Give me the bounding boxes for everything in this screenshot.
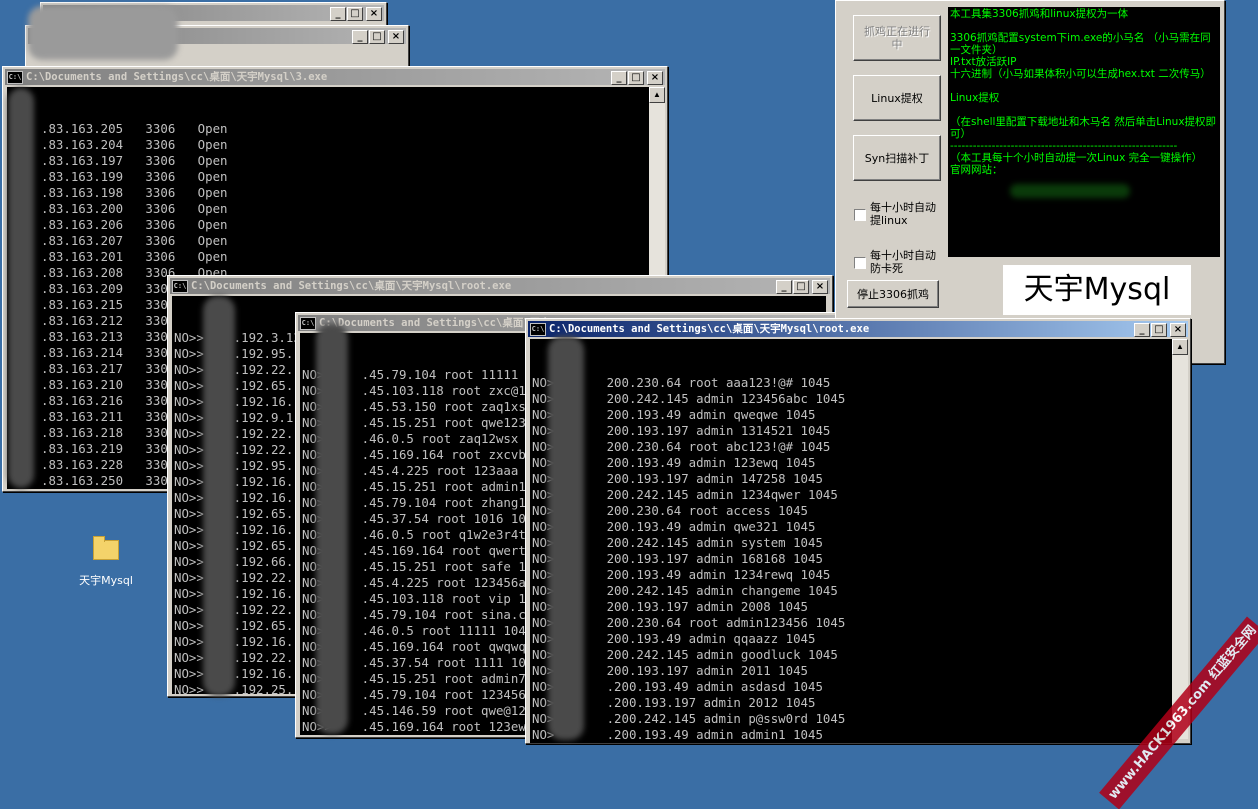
linux-privesc-label: Linux提权	[871, 91, 923, 105]
console-line: NO> 200.230.64 root abc123!@# 1045	[532, 439, 831, 454]
maximize-button[interactable]: □	[347, 7, 363, 21]
console-line: NO> 200.193.197 admin 2008 1045	[532, 599, 809, 614]
stop-3306-scan-button[interactable]: 停止3306抓鸡	[847, 280, 939, 308]
auto-anti-stuck-checkbox[interactable]: 每十小时自动防卡死	[854, 249, 938, 279]
maximize-button[interactable]: □	[628, 71, 644, 85]
console-line: .83.163.206 3306 Open	[41, 217, 228, 232]
console-line: NO> 200.242.145 admin 123456abc 1045	[532, 391, 846, 406]
console-line: .83.163.204 3306 Open	[41, 137, 228, 152]
console-line: NO> 200.230.64 root aaa123!@# 1045	[532, 375, 831, 390]
maximize-button[interactable]: □	[369, 30, 385, 44]
minimize-button[interactable]: _	[330, 7, 346, 21]
syn-scan-patch-label: Syn扫描补丁	[864, 151, 930, 165]
window-title: C:\Documents and Settings\cc\桌面\天宇Mysql\…	[549, 323, 870, 335]
cmd-icon: C:\	[172, 280, 188, 293]
stop-3306-scan-label: 停止3306抓鸡	[857, 287, 929, 301]
brand-logo-text: 天宇Mysql	[1003, 265, 1191, 315]
console-line: NO> .200.193.49 admin admin1 1045	[532, 727, 823, 742]
console-line: .83.163.197 3306 Open	[41, 153, 228, 168]
minimize-button[interactable]: _	[352, 30, 368, 44]
console-lines: NO> 200.230.64 root aaa123!@# 1045 NO> 20…	[530, 375, 1172, 743]
console-line: NO> 200.230.64 root access 1045	[532, 503, 809, 518]
minimize-button[interactable]: _	[776, 280, 792, 294]
console-line: .83.163.205 3306 Open	[41, 121, 228, 136]
console-line: NO> 200.242.145 admin goodluck 1045	[532, 647, 838, 662]
redacted-region	[28, 6, 178, 60]
console-line: NO> 200.193.197 admin 2011 1045	[532, 663, 809, 678]
auto-linux-checkbox[interactable]: 每十小时自动提linux	[854, 201, 938, 231]
checkbox-box[interactable]	[854, 209, 866, 221]
console-window-3exe-titlebar[interactable]: C:\ C:\Documents and Settings\cc\桌面\天宇Mys…	[5, 69, 665, 85]
redacted-region	[1010, 184, 1130, 198]
vertical-scrollbar[interactable]: ▲	[1172, 339, 1188, 739]
close-button[interactable]: ×	[388, 30, 404, 44]
console-window-root-active-titlebar[interactable]: C:\ C:\Documents and Settings\cc\桌面\天宇Mys…	[528, 321, 1188, 337]
console-line: .83.163.207 3306 Open	[41, 233, 228, 248]
console-line: .83.163.198 3306 Open	[41, 185, 228, 200]
cmd-icon: C:\	[300, 317, 316, 330]
console-window-root-1-titlebar[interactable]: C:\ C:\Documents and Settings\cc\桌面\天宇Mys…	[170, 278, 830, 294]
close-button[interactable]: ×	[1170, 323, 1186, 337]
cmd-icon: C:\	[530, 323, 546, 336]
scanning-button[interactable]: 抓鸡正在进行中	[853, 15, 941, 61]
console-line: NO> 200.193.197 admin 147258 1045	[532, 471, 823, 486]
folder-icon	[93, 536, 119, 560]
desktop-icon-tianyu-mysql[interactable]: 天宇Mysql	[70, 536, 142, 588]
close-button[interactable]: ×	[647, 71, 663, 85]
console-line: NO> 200.193.49 admin qwe321 1045	[532, 519, 816, 534]
window-title: C:\Documents and Settings\cc\桌面\天宇Mysql\…	[191, 280, 512, 292]
console-line: .83.163.201 3306 Open	[41, 249, 228, 264]
linux-privesc-button[interactable]: Linux提权	[853, 75, 941, 121]
tianyu-mysql-tool-window: 抓鸡正在进行中 Linux提权 Syn扫描补丁 每十小时自动提linux 每十小…	[835, 0, 1225, 364]
scroll-up-arrow[interactable]: ▲	[1172, 339, 1188, 355]
console-line: .83.163.200 3306 Open	[41, 201, 228, 216]
console-line: NO> 200.193.49 admin qqaazz 1045	[532, 631, 816, 646]
console-window-root-active: C:\ C:\Documents and Settings\cc\桌面\天宇Mys…	[525, 318, 1191, 744]
close-button[interactable]: ×	[812, 280, 828, 294]
syn-scan-patch-button[interactable]: Syn扫描补丁	[853, 135, 941, 181]
minimize-button[interactable]: _	[611, 71, 627, 85]
minimize-button[interactable]: _	[1134, 323, 1150, 337]
console-line: NO> 200.193.49 admin 123ewq 1045	[532, 455, 816, 470]
console-line: NO> .200.193.197 admin 2012 1045	[532, 695, 816, 710]
console-line: NO> 200.193.49 admin qweqwe 1045	[532, 407, 816, 422]
scroll-up-arrow[interactable]: ▲	[649, 87, 665, 103]
console-output[interactable]: NO> 200.230.64 root aaa123!@# 1045 NO> 20…	[530, 339, 1172, 743]
console-line: NO> .200.242.145 admin p@ssw0rd 1045	[532, 711, 846, 726]
console-line: .83.163.199 3306 Open	[41, 169, 228, 184]
desktop-icon-label: 天宇Mysql	[79, 574, 133, 587]
maximize-button[interactable]: □	[1151, 323, 1167, 337]
console-line: NO> 200.230.64 root admin123456 1045	[532, 615, 846, 630]
console-line: NO> .200.193.49 admin asdasd 1045	[532, 679, 823, 694]
console-line: NO> 200.242.145 admin 1234qwer 1045	[532, 487, 838, 502]
maximize-button[interactable]: □	[793, 280, 809, 294]
console-line: NO> 200.193.197 admin 1314521 1045	[532, 423, 831, 438]
console-line: NO> 200.193.49 admin 1234rewq 1045	[532, 567, 831, 582]
checkbox-box[interactable]	[854, 257, 866, 269]
redacted-region	[8, 88, 34, 488]
scanning-button-label: 抓鸡正在进行中	[864, 25, 930, 51]
window-title: C:\Documents and Settings\cc\桌面\天宇Mysql\…	[26, 71, 328, 83]
close-button[interactable]: ×	[366, 7, 382, 21]
checkbox-label: 每十小时自动防卡死	[870, 249, 936, 275]
cmd-icon: C:\	[7, 71, 23, 84]
console-line: NO> 200.242.145 admin system 1045	[532, 535, 823, 550]
redacted-region	[548, 336, 584, 740]
console-line: NO> 200.242.145 admin changeme 1045	[532, 583, 838, 598]
console-line: NO> 200.193.197 admin 168168 1045	[532, 551, 823, 566]
info-log-text[interactable]: 本工具集3306抓鸡和linux提权为一体 3306抓鸡配置system下im.…	[948, 7, 1220, 257]
checkbox-label: 每十小时自动提linux	[870, 201, 936, 227]
redacted-region	[316, 324, 348, 734]
redacted-region	[203, 296, 235, 696]
